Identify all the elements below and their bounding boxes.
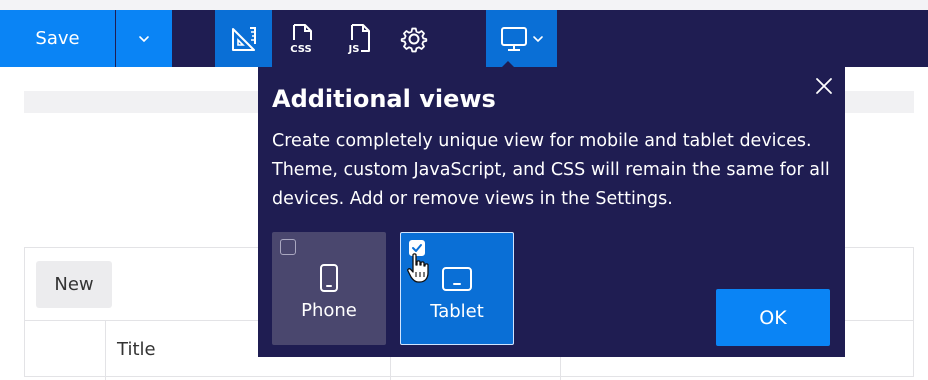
tablet-view-option[interactable]: Tablet (400, 232, 514, 345)
desktop-device-icon (500, 26, 527, 51)
svg-text:CSS: CSS (290, 44, 311, 55)
settings-tool-button[interactable] (390, 10, 438, 67)
column-header-title[interactable]: Title (117, 339, 156, 360)
js-tool-button[interactable]: JS (335, 10, 383, 67)
close-button[interactable] (813, 75, 835, 97)
device-view-dropdown[interactable] (486, 10, 557, 67)
gear-icon (400, 27, 428, 52)
ok-button[interactable]: OK (716, 289, 830, 346)
top-strip (0, 0, 928, 10)
js-file-icon: JS (348, 23, 370, 55)
layout-ruler-icon (231, 26, 256, 51)
popup-description: Create completely unique view for mobile… (272, 131, 830, 209)
new-button[interactable]: New (36, 261, 112, 308)
table-column-divider (105, 320, 106, 380)
tablet-icon (442, 267, 472, 291)
svg-text:JS: JS (348, 44, 360, 55)
popup-title: Additional views (272, 85, 496, 113)
save-options-button[interactable] (116, 10, 172, 67)
hand-pointer-cursor-icon (407, 252, 429, 288)
close-icon (816, 78, 832, 94)
css-file-icon: CSS (290, 23, 312, 55)
phone-icon (320, 264, 338, 292)
phone-view-option[interactable]: Phone (272, 232, 386, 345)
additional-views-popup: Additional views Create completely uniqu… (258, 67, 845, 357)
layout-tool-button[interactable] (215, 10, 272, 67)
chevron-down-icon (139, 35, 149, 42)
css-tool-button[interactable]: CSS (277, 10, 325, 67)
chevron-down-icon (532, 35, 543, 42)
phone-label: Phone (301, 300, 357, 321)
save-button[interactable]: Save (0, 10, 115, 67)
phone-checkbox[interactable] (280, 239, 296, 255)
tablet-label: Tablet (430, 301, 484, 322)
